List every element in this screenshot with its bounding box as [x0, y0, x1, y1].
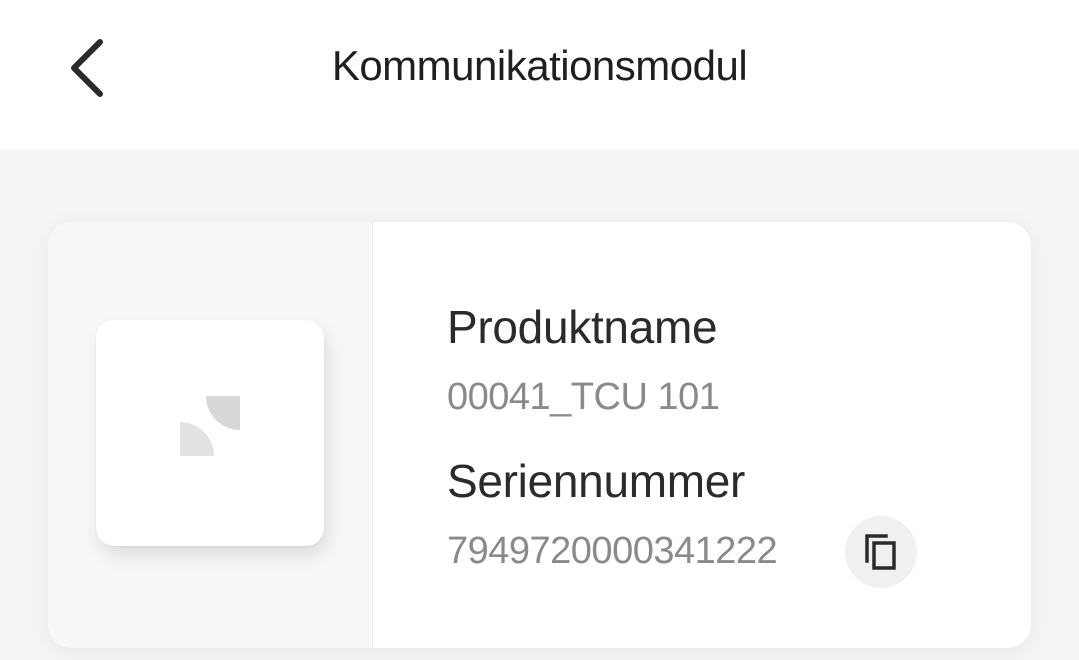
content-area: Produktname 00041_TCU 101 Seriennummer 7…: [0, 150, 1079, 660]
header-bar: Kommunikationsmodul: [0, 0, 1079, 150]
copy-serial-button[interactable]: [845, 516, 917, 588]
copy-icon: [865, 534, 896, 570]
device-logo-icon: [180, 396, 240, 456]
device-image-panel: [48, 222, 373, 648]
serial-number-value: 7949720000341222: [447, 530, 778, 572]
device-image: [96, 320, 324, 546]
serial-number-label: Seriennummer: [447, 455, 746, 507]
product-name-label: Produktname: [447, 301, 718, 353]
page-title: Kommunikationsmodul: [331, 42, 748, 89]
product-name-value: 00041_TCU 101: [447, 376, 720, 418]
device-info-card: Produktname 00041_TCU 101 Seriennummer 7…: [48, 222, 1031, 648]
